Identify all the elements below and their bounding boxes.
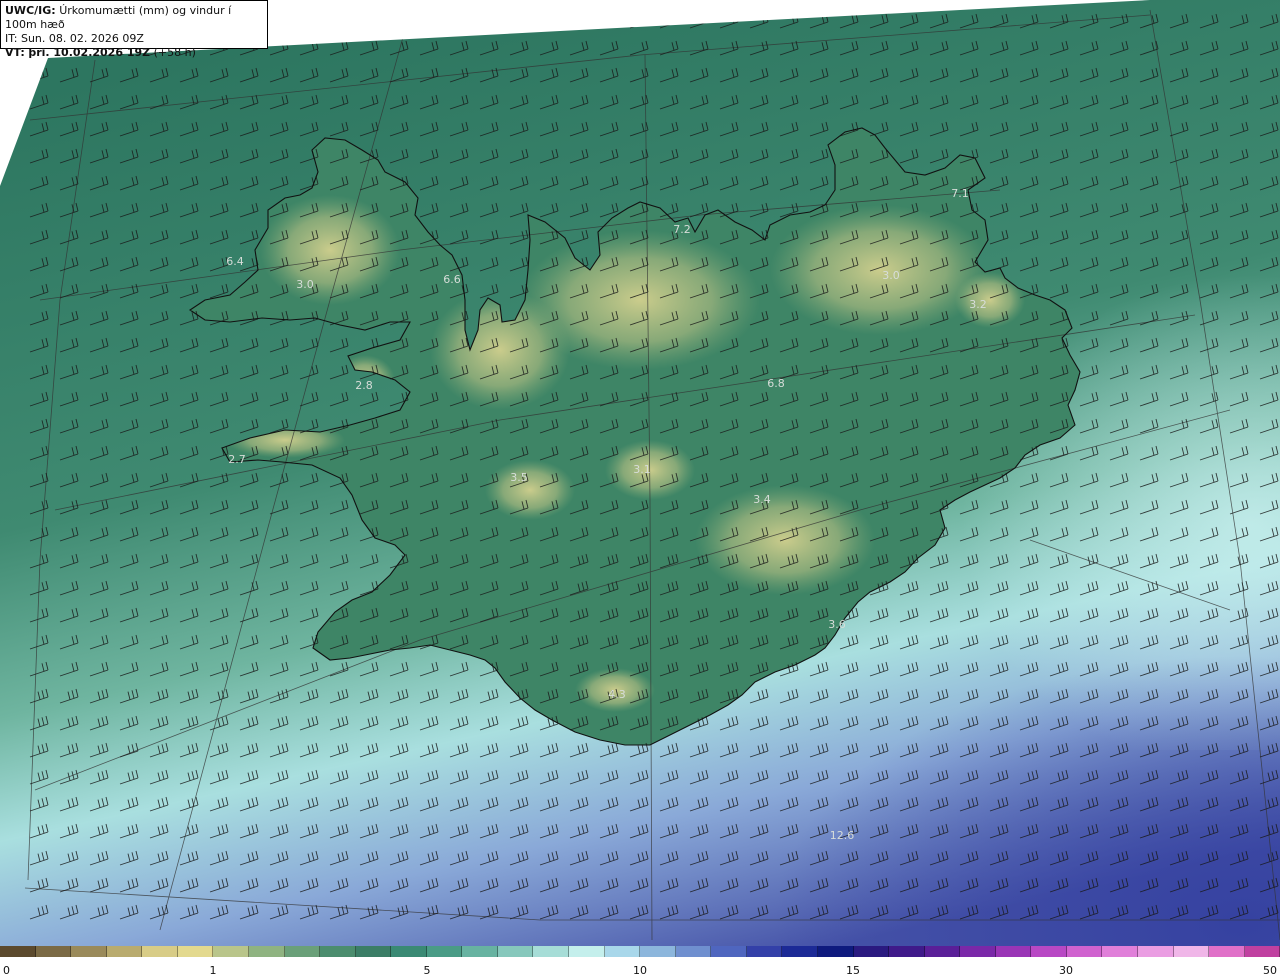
- colorbar-segment: [320, 946, 356, 957]
- value-label: 4.3: [608, 688, 626, 701]
- colorbar-segment: [924, 946, 961, 957]
- info-box: UWC/IG: Úrkomumætti (mm) og vindur í 100…: [0, 0, 268, 59]
- color-legend: 0 1 5 10 15 30 50: [0, 946, 1280, 978]
- colorbar-segment: [1209, 946, 1245, 957]
- value-label: 3.2: [969, 298, 987, 311]
- value-label: 2.8: [355, 379, 373, 392]
- colorbar-segment: [213, 946, 249, 957]
- title-line: UWC/IG: Úrkomumætti (mm) og vindur í 100…: [5, 4, 263, 32]
- value-label: 3.1: [633, 463, 651, 476]
- colorbar-segment: [35, 946, 72, 957]
- colorbar-segment: [284, 946, 321, 957]
- colorbar-segment: [995, 946, 1032, 957]
- init-time: IT: Sun. 08. 02. 2026 09Z: [5, 32, 144, 45]
- colorbar-segment: [1173, 946, 1210, 957]
- valid-prefix: VT:: [5, 46, 25, 59]
- colorbar-segment: [426, 946, 463, 957]
- value-label: 3.6: [828, 618, 846, 631]
- colorbar-segment: [0, 946, 36, 957]
- colorbar-segment: [1138, 946, 1174, 957]
- colorbar-segment: [462, 946, 498, 957]
- colorbar-segment: [71, 946, 107, 957]
- colorbar-segment: [142, 946, 178, 957]
- value-label: 3.5: [510, 471, 528, 484]
- highland-blob: [260, 195, 400, 305]
- colorbar-segment: [177, 946, 214, 957]
- value-label: 3.0: [296, 278, 314, 291]
- colorbar-segment: [1244, 946, 1280, 957]
- colorbar-segment: [391, 946, 427, 957]
- colorbar-segment: [533, 946, 569, 957]
- colorbar-segment: [782, 946, 818, 957]
- colorbar-segment: [1066, 946, 1103, 957]
- value-label: 6.6: [443, 273, 461, 286]
- value-label: 3.0: [882, 269, 900, 282]
- colorbar-segment: [355, 946, 392, 957]
- lead-time: (+58 h): [153, 46, 196, 59]
- colorbar-tick-label: 50: [1263, 964, 1277, 977]
- colorbar-segment: [746, 946, 783, 957]
- colorbar-segment: [497, 946, 534, 957]
- valid-line: VT: þri. 10.02.2026 19Z (+58 h): [5, 46, 263, 60]
- colorbar-tick-label: 1: [209, 964, 217, 977]
- forecast-map: 6.4 3.0 6.6 7.2 7.1 3.0 3.2 6.8 2.8 2.7 3.5 3.1 3.4 3…: [0, 0, 1280, 946]
- highland-blob: [770, 205, 990, 335]
- colorbar-segment: [817, 946, 854, 957]
- value-label: 6.4: [226, 255, 244, 268]
- colorbar-tick-label: 15: [846, 964, 860, 977]
- colorbar-segment: [960, 946, 996, 957]
- colorbar-segment: [604, 946, 641, 957]
- colorbar: [0, 946, 1280, 957]
- valid-time: þri. 10.02.2026 19Z: [28, 46, 151, 59]
- value-label: 6.8: [767, 377, 785, 390]
- colorbar-tick-label: 30: [1059, 964, 1073, 977]
- value-label: 7.1: [951, 187, 969, 200]
- colorbar-segment: [1102, 946, 1138, 957]
- colorbar-segment: [853, 946, 890, 957]
- colorbar-segment: [711, 946, 747, 957]
- value-label: 12.6: [830, 829, 855, 842]
- model-name: UWC/IG:: [5, 4, 56, 17]
- colorbar-segment: [889, 946, 925, 957]
- highland-blob: [485, 460, 575, 520]
- colorbar-tick-label: 10: [633, 964, 647, 977]
- colorbar-tick-label: 0: [3, 964, 10, 977]
- value-label: 7.2: [673, 223, 691, 236]
- value-label: 2.7: [228, 453, 246, 466]
- colorbar-segment: [640, 946, 676, 957]
- colorbar-tick-label: 5: [423, 964, 431, 977]
- colorbar-segment: [569, 946, 605, 957]
- colorbar-segment: [248, 946, 285, 957]
- value-label: 3.4: [753, 493, 771, 506]
- colorbar-segment: [675, 946, 712, 957]
- colorbar-segment: [106, 946, 143, 957]
- colorbar-segment: [1031, 946, 1067, 957]
